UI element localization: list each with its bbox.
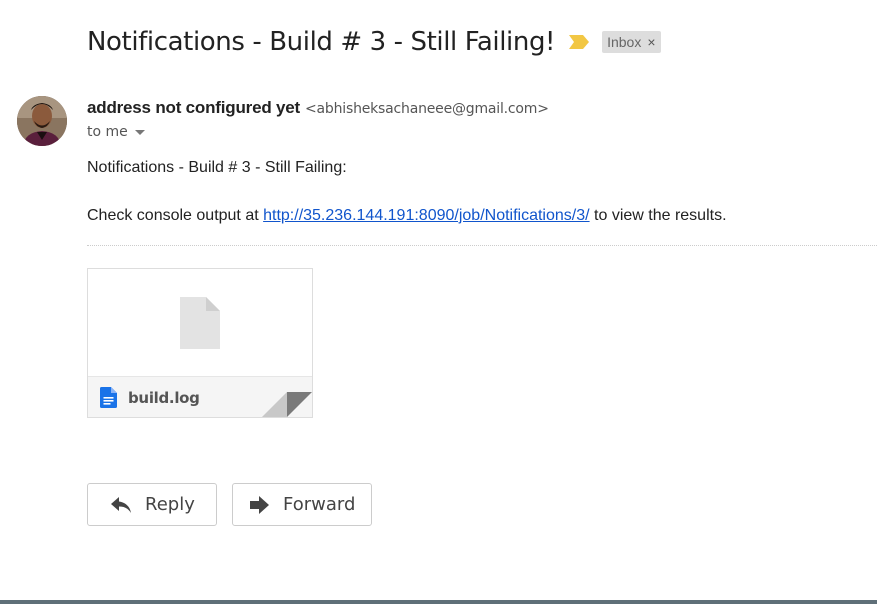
email-subject: Notifications - Build # 3 - Still Failin…	[87, 27, 556, 57]
forward-label: Forward	[283, 494, 356, 515]
inbox-label-text: Inbox	[607, 34, 642, 50]
email-subject-row: Notifications - Build # 3 - Still Failin…	[87, 27, 661, 57]
recipient-row: to me	[87, 124, 145, 140]
close-icon[interactable]: ×	[647, 33, 655, 51]
attachment-card[interactable]: build.log	[87, 268, 313, 418]
sender-email: <abhisheksachaneee@gmail.com>	[305, 101, 549, 117]
body-text: Check console output at	[87, 207, 264, 224]
document-icon	[180, 297, 220, 349]
recipient-text: to me	[87, 124, 128, 140]
attachment-file-name: build.log	[128, 389, 200, 407]
email-body-line: Check console output at http://35.236.14…	[87, 207, 727, 225]
reply-arrow-icon	[111, 496, 131, 513]
divider	[87, 245, 877, 246]
sender-row: address not configured yet <abhisheksach…	[87, 98, 549, 118]
importance-marker-icon[interactable]	[568, 34, 590, 50]
inbox-label-chip[interactable]: Inbox ×	[602, 31, 661, 53]
forward-arrow-icon	[250, 495, 269, 514]
page-fold-icon	[262, 392, 312, 417]
file-icon	[100, 387, 117, 408]
reply-button[interactable]: Reply	[87, 483, 217, 526]
body-text: to view the results.	[589, 207, 727, 224]
sender-name[interactable]: address not configured yet	[87, 98, 300, 118]
chevron-down-icon[interactable]	[134, 129, 145, 135]
email-body-line: Notifications - Build # 3 - Still Failin…	[87, 159, 347, 176]
avatar[interactable]	[17, 96, 67, 146]
forward-button[interactable]: Forward	[232, 483, 372, 526]
bottom-bar	[0, 600, 877, 604]
attachment-preview[interactable]	[88, 269, 312, 376]
reply-label: Reply	[145, 494, 195, 515]
console-output-link[interactable]: http://35.236.144.191:8090/job/Notificat…	[263, 207, 589, 224]
